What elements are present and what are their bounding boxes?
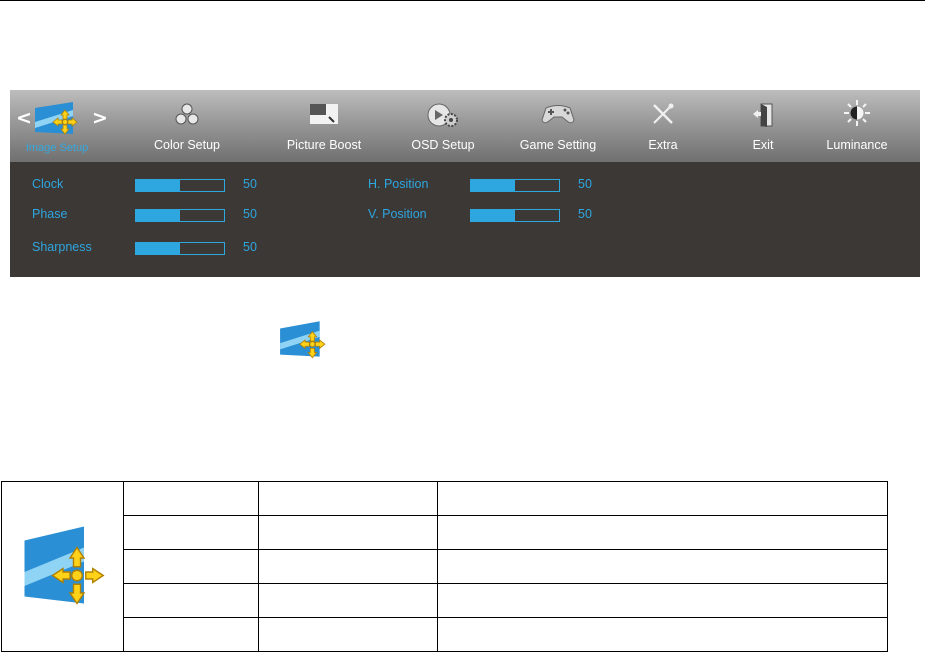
table-cell — [123, 515, 259, 550]
slider-fill — [136, 210, 180, 221]
tab-label: Color Setup — [153, 138, 220, 152]
setting-phase: Phase 50 — [32, 207, 272, 223]
tab-image-setup[interactable]: Image Setup — [24, 90, 90, 162]
image-setup-icon — [280, 321, 326, 359]
table-row — [2, 583, 888, 618]
tab-exit[interactable]: Exit — [740, 90, 786, 162]
table-icon-cell — [1, 481, 124, 652]
setting-label: Phase — [32, 207, 68, 221]
top-rule — [0, 0, 925, 1]
picture-boost-icon — [310, 104, 338, 124]
setting-value: 50 — [578, 177, 592, 191]
table-row — [2, 617, 888, 652]
table-cell — [437, 549, 888, 584]
slider-fill — [471, 180, 515, 191]
tab-label: Game Setting — [519, 138, 597, 152]
color-setup-icon — [175, 103, 199, 125]
tab-extra[interactable]: Extra — [638, 90, 688, 162]
reference-table — [1, 481, 888, 652]
osd-tab-bar: < > Image Setup Color Setup Picture Boos… — [10, 90, 920, 162]
table-cell — [123, 617, 259, 652]
tab-label: OSD Setup — [411, 138, 475, 152]
tab-label: Image Setup — [25, 142, 89, 154]
setting-clock: Clock 50 — [32, 177, 272, 193]
tab-picture-boost[interactable]: Picture Boost — [280, 90, 368, 162]
table-cell — [437, 481, 888, 516]
tab-game-setting[interactable]: Game Setting — [512, 90, 604, 162]
setting-label: Sharpness — [32, 240, 92, 254]
table-row — [1, 481, 888, 652]
nav-right-arrow[interactable]: > — [92, 107, 108, 129]
sharpness-slider[interactable] — [135, 242, 225, 255]
table-cell — [437, 617, 888, 652]
slider-fill — [136, 243, 180, 254]
table-cell — [258, 583, 438, 618]
game-setting-icon — [541, 105, 575, 124]
tab-osd-setup[interactable]: OSD Setup — [408, 90, 478, 162]
extra-icon — [653, 103, 674, 124]
osd-setup-icon — [427, 103, 458, 127]
table-cell — [258, 549, 438, 584]
image-setup-icon — [35, 102, 78, 135]
tab-label: Extra — [648, 138, 678, 152]
phase-slider[interactable] — [135, 209, 225, 222]
table-cell — [123, 549, 259, 584]
slider-fill — [471, 210, 515, 221]
setting-v-position: V. Position 50 — [368, 207, 608, 223]
osd-menu: < > Image Setup Color Setup Picture Boos… — [10, 90, 920, 277]
luminance-icon — [844, 100, 870, 126]
tab-color-setup[interactable]: Color Setup — [145, 90, 229, 162]
setting-h-position: H. Position 50 — [368, 177, 608, 193]
setting-value: 50 — [578, 207, 592, 221]
table-cell — [437, 583, 888, 618]
tab-label: Picture Boost — [286, 138, 362, 152]
table-row — [2, 515, 888, 550]
setting-value: 50 — [243, 240, 257, 254]
tab-luminance[interactable]: Luminance — [818, 90, 896, 162]
tab-label: Exit — [752, 138, 774, 152]
setting-label: Clock — [32, 177, 64, 191]
table-cell — [258, 515, 438, 550]
table-cell — [258, 481, 438, 516]
table-cell — [123, 583, 259, 618]
table-cell — [437, 515, 888, 550]
setting-label: V. Position — [368, 207, 427, 221]
setting-sharpness: Sharpness 50 — [32, 240, 272, 256]
exit-icon — [753, 103, 773, 127]
h-position-slider[interactable] — [470, 179, 560, 192]
tab-label: Luminance — [826, 138, 888, 152]
image-setup-icon — [24, 526, 105, 605]
v-position-slider[interactable] — [470, 209, 560, 222]
table-row — [2, 549, 888, 584]
table-cell — [123, 481, 259, 516]
clock-slider[interactable] — [135, 179, 225, 192]
setting-label: H. Position — [368, 177, 429, 191]
slider-fill — [136, 180, 180, 191]
setting-value: 50 — [243, 177, 257, 191]
setting-value: 50 — [243, 207, 257, 221]
table-cell — [258, 617, 438, 652]
